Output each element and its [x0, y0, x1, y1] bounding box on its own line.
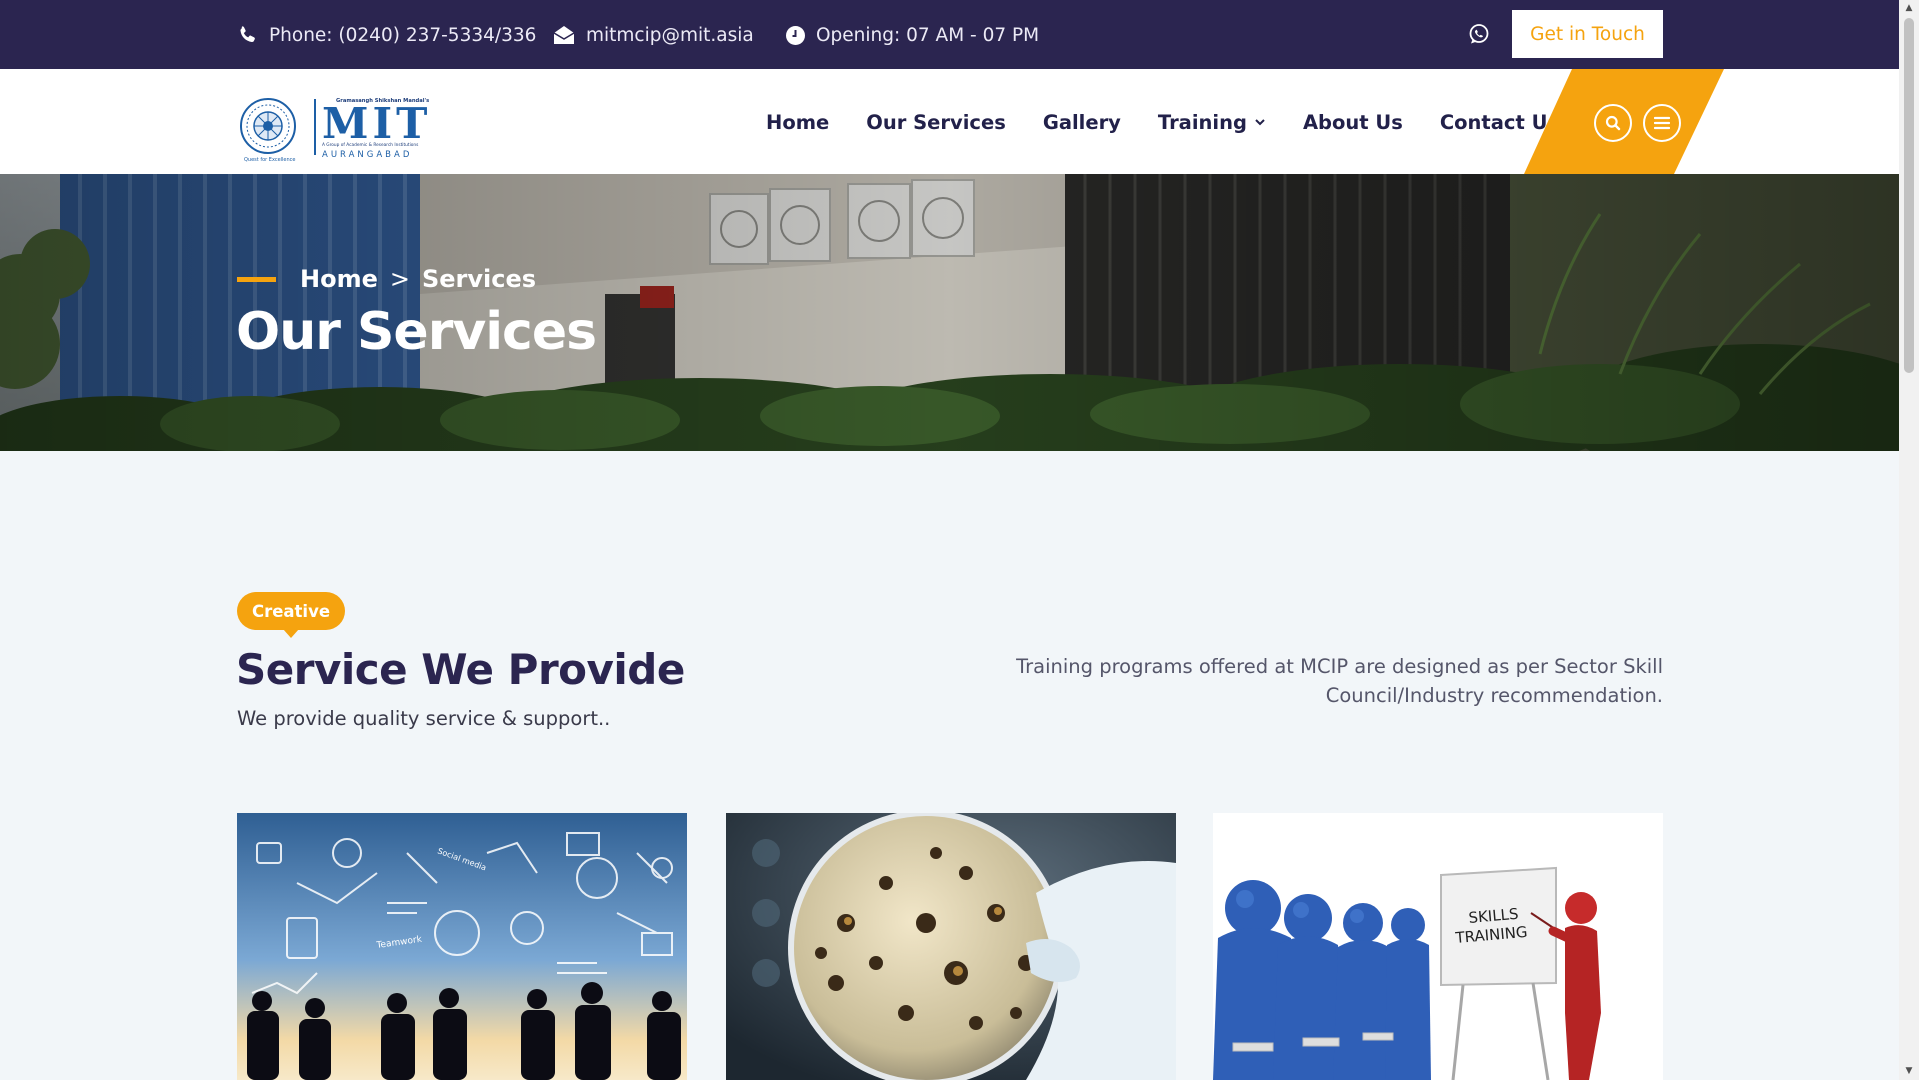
svg-text:A Group of Academic & Research: A Group of Academic & Research Instituti… [322, 142, 419, 148]
envelope-icon [552, 24, 576, 46]
page-title: Our Services [236, 302, 597, 362]
whatsapp-icon[interactable] [1467, 22, 1491, 46]
email-text: mitmcip@mit.asia [586, 24, 754, 46]
clock-icon [784, 24, 806, 46]
section-badge: Creative [237, 592, 345, 630]
service-card-skills-training[interactable]: SKILLS TRAINING [1213, 813, 1663, 1080]
breadcrumb-home-link[interactable]: Home [300, 265, 378, 293]
emblem-icon [240, 98, 296, 154]
breadcrumb: Home > Services [237, 265, 536, 293]
page-scrollbar[interactable]: ▲ ▼ [1899, 0, 1919, 1080]
search-button[interactable] [1594, 104, 1632, 142]
service-card-technology[interactable]: Teamwork Social media [237, 813, 687, 1080]
email-contact[interactable]: mitmcip@mit.asia [552, 22, 754, 48]
card-image-petri-dish [726, 813, 1176, 1080]
section-description: Training programs offered at MCIP are de… [1016, 655, 1663, 707]
main-header: Quest for Excellence Gramasangh Shikshan… [0, 69, 1899, 174]
phone-contact[interactable]: Phone: (0240) 237-5334/336 [237, 22, 536, 48]
top-bar: Phone: (0240) 237-5334/336 mitmcip@mit.a… [0, 0, 1899, 69]
phone-text: Phone: (0240) 237-5334/336 [269, 24, 537, 46]
opening-hours: Opening: 07 AM - 07 PM [784, 22, 1039, 48]
menu-button[interactable] [1643, 104, 1681, 142]
svg-text:AURANGABAD: AURANGABAD [322, 150, 412, 160]
nav-training[interactable]: Training [1158, 107, 1266, 137]
svg-text:MIT: MIT [322, 99, 431, 148]
breadcrumb-current: Services [421, 265, 537, 293]
card-image-technology: Teamwork Social media [237, 813, 687, 1080]
nav-about-us[interactable]: About Us [1303, 107, 1403, 137]
nav-training-label: Training [1157, 110, 1247, 134]
primary-nav: Home Our Services Gallery Training About… [766, 107, 1596, 137]
scroll-up-arrow-icon[interactable]: ▲ [1904, 3, 1914, 13]
section-title: Service We Provide [236, 645, 685, 694]
service-card-microbiology[interactable] [726, 813, 1176, 1080]
page-banner: Home > Services Our Services [0, 174, 1899, 451]
phone-icon [237, 24, 259, 46]
scrollbar-thumb[interactable] [1904, 18, 1914, 373]
header-accent-panel [1524, 69, 1724, 174]
hours-text: Opening: 07 AM - 07 PM [816, 24, 1040, 46]
chevron-down-icon [1255, 119, 1265, 126]
menu-icon [1654, 116, 1670, 130]
section-subtitle: We provide quality service & support.. [237, 707, 611, 730]
nav-gallery[interactable]: Gallery [1043, 107, 1121, 137]
breadcrumb-accent-bar [237, 276, 276, 282]
search-icon [1605, 115, 1621, 131]
svg-text:Quest for Excellence: Quest for Excellence [244, 157, 296, 163]
breadcrumb-separator: > [389, 265, 410, 293]
section-badge-pointer [283, 629, 299, 638]
mit-logo[interactable]: Quest for Excellence Gramasangh Shikshan… [236, 93, 440, 163]
get-in-touch-button[interactable]: Get in Touch [1512, 10, 1663, 58]
nav-our-services[interactable]: Our Services [866, 107, 1006, 137]
scroll-down-arrow-icon[interactable]: ▼ [1904, 1066, 1914, 1076]
nav-home[interactable]: Home [766, 107, 829, 137]
card-image-skills-training: SKILLS TRAINING [1213, 813, 1663, 1080]
